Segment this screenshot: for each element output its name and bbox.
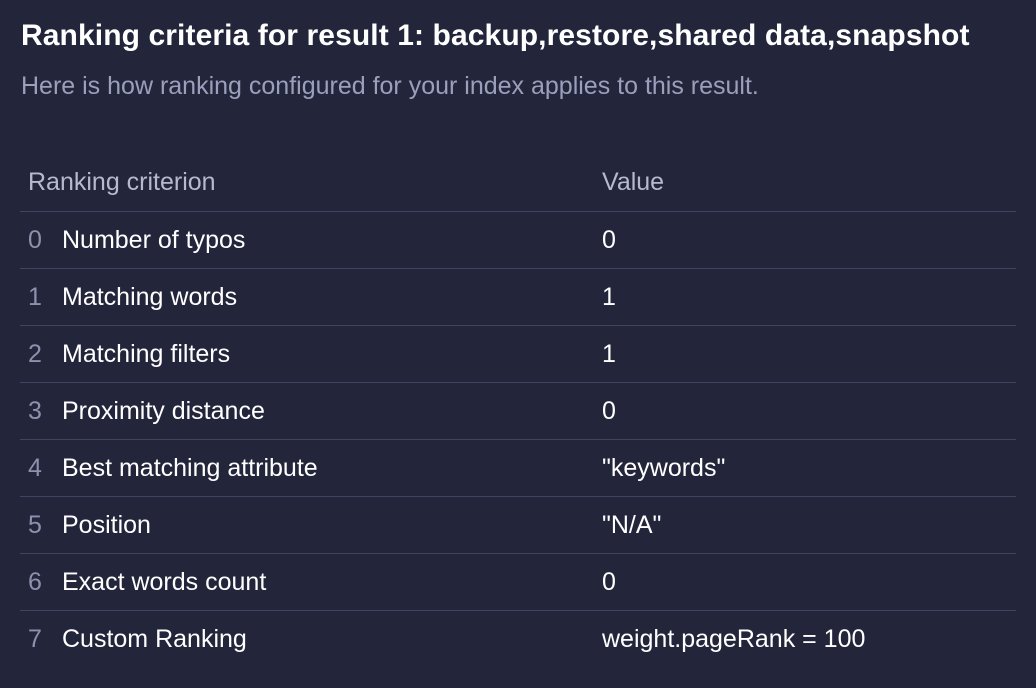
table-header-row: Ranking criterion Value: [20, 154, 1016, 212]
ranking-criteria-table: Ranking criterion Value 0 Number of typo…: [20, 154, 1016, 668]
header-value: Value: [602, 168, 665, 196]
row-index: 0: [28, 225, 42, 254]
table-row: 2 Matching filters 1: [20, 326, 1016, 383]
row-criterion: Number of typos: [62, 225, 246, 254]
row-index: 7: [28, 625, 42, 653]
table-row: 3 Proximity distance 0: [20, 383, 1016, 440]
row-value: weight.pageRank = 100: [602, 625, 866, 653]
row-criterion: Position: [62, 510, 151, 539]
row-value: 1: [602, 282, 616, 311]
table-row: 0 Number of typos 0: [20, 212, 1016, 269]
row-value: "N/A": [602, 510, 662, 539]
table-row: 7 Custom Ranking weight.pageRank = 100: [20, 611, 1016, 668]
row-criterion: Proximity distance: [62, 396, 265, 425]
table-row: 6 Exact words count 0: [20, 554, 1016, 611]
row-value: 1: [602, 339, 616, 368]
row-index: 5: [28, 510, 42, 539]
table-row: 5 Position "N/A": [20, 497, 1016, 554]
row-value: "keywords": [602, 453, 726, 482]
row-value: 0: [602, 225, 616, 254]
row-value: 0: [602, 567, 616, 596]
table-row: 4 Best matching attribute "keywords": [20, 440, 1016, 497]
header-ranking-criterion: Ranking criterion: [28, 168, 216, 196]
row-index: 2: [28, 339, 42, 368]
row-criterion: Custom Ranking: [62, 625, 247, 653]
row-index: 4: [28, 453, 42, 482]
row-index: 1: [28, 282, 42, 311]
panel-subtitle: Here is how ranking configured for your …: [21, 72, 759, 100]
row-criterion: Matching words: [62, 282, 238, 311]
row-value: 0: [602, 396, 616, 425]
row-criterion: Best matching attribute: [62, 453, 318, 482]
row-criterion: Matching filters: [62, 339, 231, 368]
row-index: 3: [28, 396, 42, 425]
ranking-criteria-panel: Ranking criteria for result 1: backup,re…: [0, 0, 1036, 688]
row-index: 6: [28, 567, 42, 596]
panel-title: Ranking criteria for result 1: backup,re…: [21, 19, 970, 52]
table-row: 1 Matching words 1: [20, 269, 1016, 326]
row-criterion: Exact words count: [62, 567, 267, 596]
